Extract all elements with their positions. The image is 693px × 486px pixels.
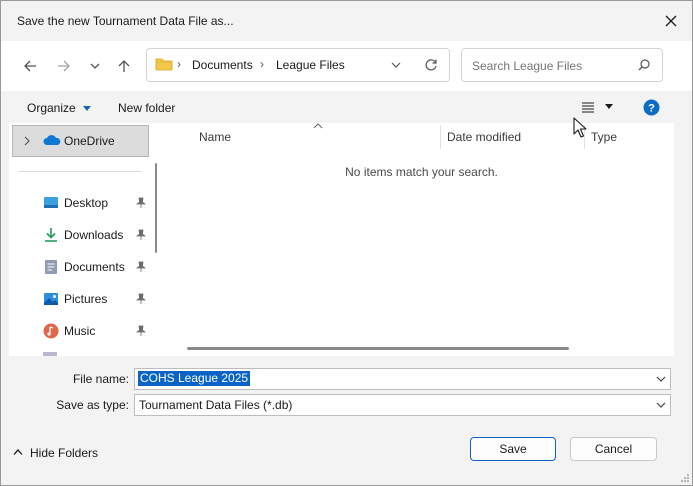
- search-icon[interactable]: [638, 59, 650, 71]
- help-icon[interactable]: ?: [643, 99, 660, 116]
- chevron-down-icon[interactable]: [391, 60, 401, 70]
- onedrive-icon: [43, 135, 61, 145]
- search-input[interactable]: [470, 57, 634, 75]
- nav-label-onedrive: OneDrive: [64, 134, 115, 148]
- chevron-down-icon[interactable]: [655, 373, 667, 385]
- nav-item-desktop[interactable]: Desktop: [9, 190, 149, 216]
- file-list-pane: Name Date modified Type No items match y…: [169, 123, 674, 356]
- pin-icon: [135, 261, 147, 272]
- nav-label-music: Music: [64, 324, 96, 338]
- hide-folders-label: Hide Folders: [30, 446, 99, 460]
- back-button[interactable]: [19, 55, 41, 77]
- chevron-right-icon[interactable]: [23, 136, 31, 146]
- nav-item-downloads[interactable]: Downloads: [9, 222, 149, 248]
- save-as-type-label: Save as type:: [56, 398, 129, 412]
- chevron-down-icon[interactable]: [655, 399, 667, 411]
- nav-label-downloads: Downloads: [64, 228, 124, 242]
- caret-down-icon: [83, 105, 92, 111]
- arrow-left-icon: [24, 60, 36, 72]
- sort-up-icon: [313, 123, 323, 129]
- caret-down-icon: [605, 104, 613, 109]
- save-dialog: Save the new Tournament Data File as...: [0, 0, 693, 486]
- file-name-field[interactable]: COHS League 2025: [134, 368, 671, 390]
- nav-item-music[interactable]: Music: [9, 318, 149, 344]
- refresh-icon[interactable]: [424, 58, 438, 72]
- desktop-icon: [44, 197, 58, 208]
- save-as-type-value: Tournament Data Files (*.db): [139, 398, 293, 412]
- column-header-type[interactable]: Type: [591, 130, 617, 144]
- save-as-type-select[interactable]: Tournament Data Files (*.db): [134, 394, 671, 416]
- breadcrumb-league-files[interactable]: League Files: [276, 58, 345, 72]
- svg-text:?: ?: [648, 103, 655, 115]
- browser-content: OneDrive Desktop Downloads Documents Pic…: [9, 123, 674, 356]
- breadcrumb-chevron-icon: ›: [260, 57, 264, 71]
- nav-label-desktop: Desktop: [64, 196, 109, 210]
- address-bar: › Documents › League Files: [1, 41, 692, 91]
- chevron-up-icon: [13, 449, 23, 455]
- organize-menu[interactable]: Organize: [27, 101, 92, 115]
- documents-icon: [45, 260, 57, 274]
- folder-icon: [155, 58, 173, 71]
- nav-label-documents: Documents: [64, 260, 125, 274]
- empty-message: No items match your search.: [345, 165, 498, 179]
- nav-item-documents[interactable]: Documents: [9, 254, 149, 280]
- close-button[interactable]: [660, 10, 682, 32]
- resize-grip-icon[interactable]: [680, 473, 690, 483]
- pin-icon: [135, 293, 147, 304]
- mouse-cursor-icon: [573, 117, 587, 138]
- cancel-button[interactable]: Cancel: [570, 437, 657, 461]
- chevron-down-icon: [90, 63, 100, 69]
- save-form: File name: COHS League 2025 Save as type…: [1, 356, 692, 485]
- breadcrumb-documents[interactable]: Documents: [192, 58, 253, 72]
- nav-item-onedrive[interactable]: OneDrive: [12, 125, 149, 157]
- recent-locations-button[interactable]: [84, 55, 106, 77]
- nav-label-pictures: Pictures: [64, 292, 108, 306]
- column-header-name[interactable]: Name: [199, 130, 231, 144]
- nav-scrollbar[interactable]: [155, 163, 157, 253]
- pictures-icon: [44, 293, 58, 305]
- arrow-up-icon: [118, 60, 130, 72]
- file-name-label: File name:: [72, 372, 129, 386]
- pin-icon: [135, 229, 147, 240]
- view-options-button[interactable]: [582, 101, 618, 115]
- download-icon: [45, 228, 57, 242]
- save-button[interactable]: Save: [470, 437, 556, 461]
- file-name-value[interactable]: COHS League 2025: [138, 371, 251, 386]
- pin-icon: [135, 197, 147, 208]
- music-icon: [43, 323, 59, 339]
- column-separator[interactable]: [440, 125, 441, 149]
- up-button[interactable]: [113, 55, 135, 77]
- nav-divider: [19, 171, 141, 172]
- search-box[interactable]: [461, 48, 663, 82]
- horizontal-scrollbar[interactable]: [187, 347, 569, 350]
- pin-icon: [135, 325, 147, 336]
- list-view-icon: [582, 102, 594, 113]
- new-folder-button[interactable]: New folder: [118, 101, 175, 115]
- column-header-date-modified[interactable]: Date modified: [447, 130, 521, 144]
- title-bar: Save the new Tournament Data File as...: [1, 1, 692, 41]
- address-path[interactable]: › Documents › League Files: [146, 48, 450, 82]
- nav-item-pictures[interactable]: Pictures: [9, 286, 149, 312]
- organize-label: Organize: [27, 101, 76, 115]
- arrow-right-icon: [58, 60, 70, 72]
- close-icon: [665, 15, 677, 27]
- navigation-pane: OneDrive Desktop Downloads Documents Pic…: [9, 123, 161, 356]
- forward-button[interactable]: [53, 55, 75, 77]
- breadcrumb-chevron-icon: ›: [177, 57, 181, 71]
- dialog-title: Save the new Tournament Data File as...: [17, 14, 234, 28]
